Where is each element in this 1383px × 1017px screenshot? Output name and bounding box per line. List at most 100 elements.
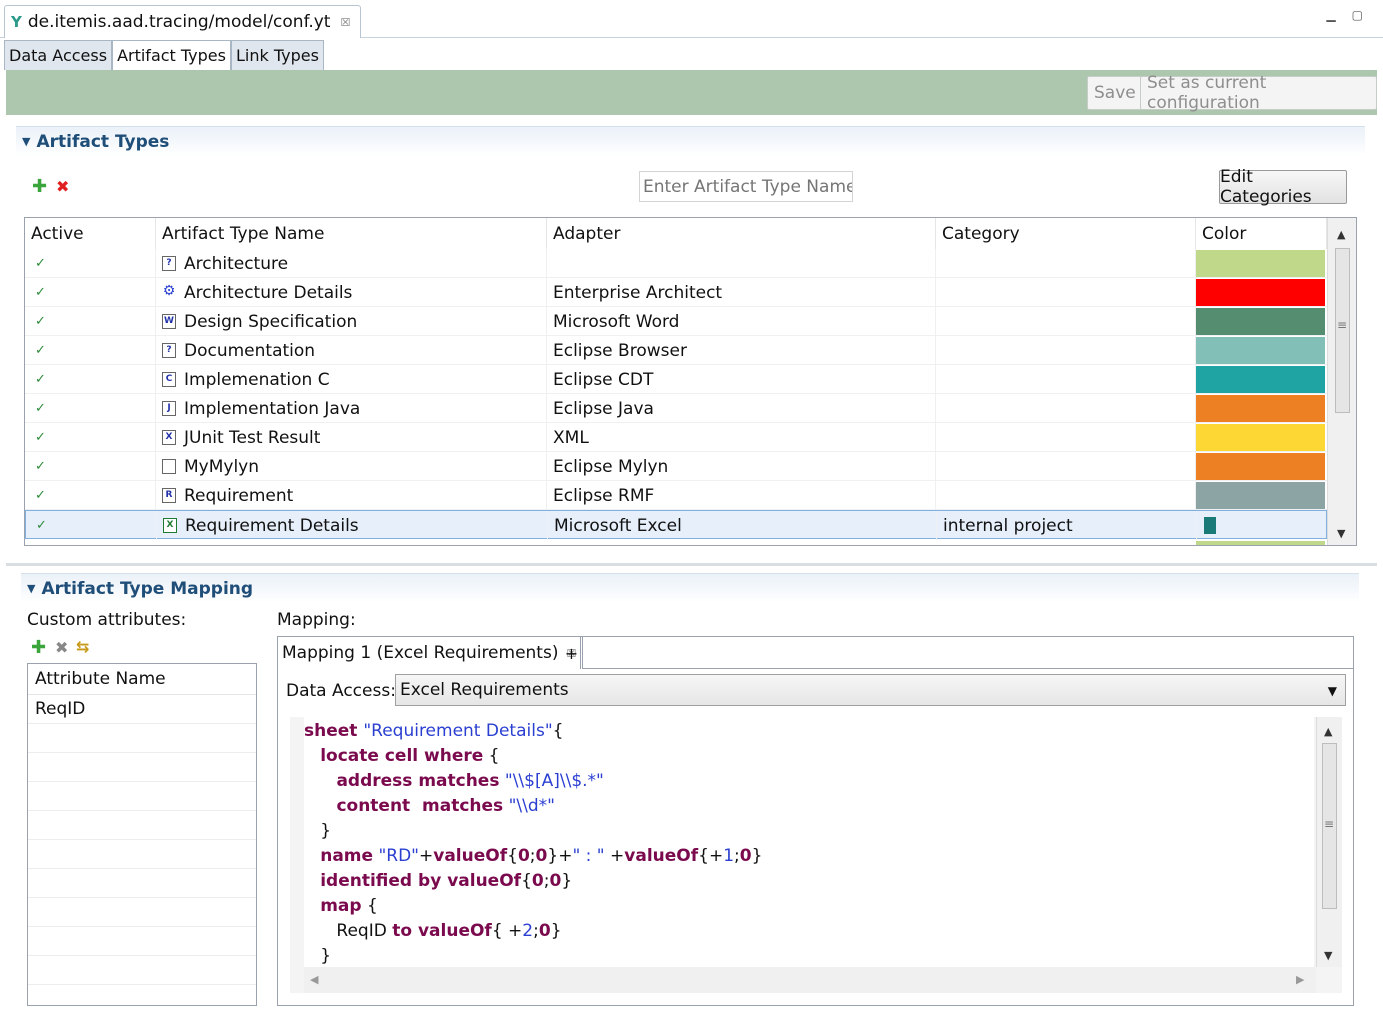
mapping-code-editor[interactable]: sheet "Requirement Details"{ locate cell…	[290, 717, 1342, 993]
adapter-cell[interactable]: XML	[547, 423, 936, 452]
adapter-cell[interactable]: Enterprise Architect	[547, 278, 936, 307]
code-vertical-scrollbar[interactable]: ▲ ≡ ▼	[1316, 717, 1342, 967]
artifact-type-name-cell[interactable]: C Implemenation C	[156, 365, 547, 394]
table-row[interactable]: ✓ R Requirement Eclipse RMF	[25, 481, 1327, 510]
artifact-type-name-cell[interactable]: ? Documentation	[156, 336, 547, 365]
active-cell[interactable]: ✓	[25, 423, 156, 452]
color-swatch[interactable]	[1196, 453, 1325, 480]
close-icon[interactable]: ☒	[340, 16, 350, 29]
artifact-type-name-cell[interactable]: W Design Specification	[156, 307, 547, 336]
column-header-adapter[interactable]: Adapter	[547, 218, 936, 249]
table-row[interactable]: ✓ W Design Specification Microsoft Word	[25, 307, 1327, 336]
tab-data-access[interactable]: Data Access	[4, 40, 113, 70]
column-header-color[interactable]: Color	[1196, 218, 1327, 249]
adapter-cell[interactable]: Eclipse Mylyn	[547, 452, 936, 481]
category-cell[interactable]	[936, 394, 1196, 423]
checkmark-icon[interactable]: ✓	[31, 372, 46, 387]
attribute-row[interactable]: ReqID	[28, 695, 256, 724]
active-cell[interactable]: ✓	[25, 336, 156, 365]
color-swatch[interactable]	[1196, 308, 1325, 335]
tab-artifact-types[interactable]: Artifact Types	[112, 40, 231, 70]
checkmark-icon[interactable]: ✓	[31, 459, 46, 474]
category-cell[interactable]	[936, 336, 1196, 365]
column-header-name[interactable]: Artifact Type Name	[156, 218, 547, 249]
artifact-type-name-cell[interactable]: J Implementation Java	[156, 394, 547, 423]
table-row[interactable]: ✓ ? Architecture	[25, 249, 1327, 278]
category-cell[interactable]	[936, 307, 1196, 336]
scroll-right-icon[interactable]: ▶	[1296, 973, 1304, 986]
active-cell[interactable]: ✓	[25, 452, 156, 481]
category-cell[interactable]	[936, 452, 1196, 481]
artifact-table-scrollbar[interactable]: ▲ ≡ ▼	[1327, 218, 1356, 545]
checkmark-icon[interactable]: ✓	[31, 256, 46, 271]
twistie-icon[interactable]: ▼	[27, 582, 35, 595]
delete-icon[interactable]: ✖	[56, 177, 69, 196]
tab-mapping-1[interactable]: Mapping 1 (Excel Requirements) ☒	[278, 637, 582, 669]
category-cell[interactable]	[936, 365, 1196, 394]
artifact-type-name-cell[interactable]: X Requirement Details	[157, 511, 548, 540]
category-cell[interactable]	[936, 423, 1196, 452]
color-swatch[interactable]	[1196, 424, 1325, 451]
artifact-type-name-cell[interactable]: ? Architecture	[156, 249, 547, 278]
checkmark-icon[interactable]: ✓	[31, 343, 46, 358]
set-current-config-button[interactable]: Set as current configuration	[1140, 73, 1377, 113]
color-swatch[interactable]	[1196, 279, 1325, 306]
scroll-up-icon[interactable]: ▲	[1324, 725, 1332, 738]
table-row[interactable]: ✓ C Implemenation C Eclipse CDT	[25, 365, 1327, 394]
color-swatch[interactable]	[1196, 337, 1325, 364]
artifact-type-name-cell[interactable]: ⚙ Architecture Details	[156, 278, 547, 307]
code-text-area[interactable]: sheet "Requirement Details"{ locate cell…	[304, 717, 1314, 967]
table-row[interactable]: ✓? Documentation Eclipse Browser	[25, 336, 1327, 365]
color-swatch[interactable]	[1196, 250, 1325, 277]
category-cell[interactable]	[936, 481, 1196, 510]
artifact-type-name-cell[interactable]: X JUnit Test Result	[156, 423, 547, 452]
add-icon[interactable]: ✚	[31, 637, 46, 658]
adapter-cell[interactable]: Eclipse CDT	[547, 365, 936, 394]
maximize-icon[interactable]: ▢	[1352, 8, 1363, 22]
edit-categories-button[interactable]: Edit Categories	[1219, 167, 1347, 207]
add-icon[interactable]: ✚	[32, 176, 47, 197]
scroll-up-icon[interactable]: ▲	[1337, 228, 1345, 241]
artifact-type-name-cell[interactable]: MyMylyn	[156, 452, 547, 481]
active-cell[interactable]: ✓	[26, 511, 157, 540]
color-swatch[interactable]	[1196, 366, 1325, 393]
active-cell[interactable]: ✓	[25, 394, 156, 423]
category-cell[interactable]: internal project	[937, 511, 1197, 540]
add-mapping-tab-button[interactable]: +	[561, 637, 583, 669]
delete-icon[interactable]: ✖	[55, 638, 68, 657]
table-row[interactable]: ✓ ⚙ Architecture Details Enterprise Archite…	[25, 278, 1327, 307]
section-divider[interactable]	[6, 563, 1377, 566]
active-cell[interactable]: ✓	[25, 481, 156, 510]
adapter-cell[interactable]: Microsoft Excel	[548, 511, 937, 540]
active-cell[interactable]: ✓	[25, 249, 156, 278]
column-header-category[interactable]: Category	[936, 218, 1196, 249]
table-row[interactable]: ✓ MyMylyn Eclipse Mylyn	[25, 452, 1327, 481]
tab-link-types[interactable]: Link Types	[230, 40, 324, 70]
color-swatch[interactable]	[1204, 517, 1216, 534]
checkmark-icon[interactable]: ✓	[32, 518, 47, 533]
active-cell[interactable]: ✓	[25, 365, 156, 394]
color-swatch[interactable]	[1196, 395, 1325, 422]
checkmark-icon[interactable]: ✓	[31, 314, 46, 329]
swap-icon[interactable]: ⇆	[76, 637, 89, 656]
checkmark-icon[interactable]: ✓	[31, 430, 46, 445]
table-row[interactable]: ✓ X Requirement Details Microsoft Excel inte…	[25, 510, 1327, 540]
table-row[interactable]: ✓ J Implementation Java Eclipse Java	[25, 394, 1327, 423]
scroll-left-icon[interactable]: ◀	[310, 973, 318, 986]
minimize-icon[interactable]: ▁	[1326, 8, 1335, 22]
adapter-cell[interactable]: Microsoft Word	[547, 307, 936, 336]
column-header-attribute-name[interactable]: Attribute Name	[28, 664, 256, 695]
adapter-cell[interactable]: Eclipse RMF	[547, 481, 936, 510]
data-access-select[interactable]: Excel Requirements ▼	[395, 674, 1346, 706]
twistie-icon[interactable]: ▼	[22, 135, 30, 148]
active-cell[interactable]: ✓	[25, 307, 156, 336]
artifact-type-name-search[interactable]	[639, 171, 853, 202]
checkmark-icon[interactable]: ✓	[31, 488, 46, 503]
scroll-down-icon[interactable]: ▼	[1324, 949, 1332, 962]
scroll-down-icon[interactable]: ▼	[1337, 527, 1345, 540]
artifact-types-section-header[interactable]: ▼ Artifact Types	[16, 126, 1365, 156]
color-swatch[interactable]	[1196, 482, 1325, 509]
checkmark-icon[interactable]: ✓	[31, 401, 46, 416]
mapping-section-header[interactable]: ▼ Artifact Type Mapping	[21, 573, 1359, 603]
editor-tab[interactable]: Y de.itemis.aad.tracing/model/conf.yt ☒	[4, 5, 362, 38]
